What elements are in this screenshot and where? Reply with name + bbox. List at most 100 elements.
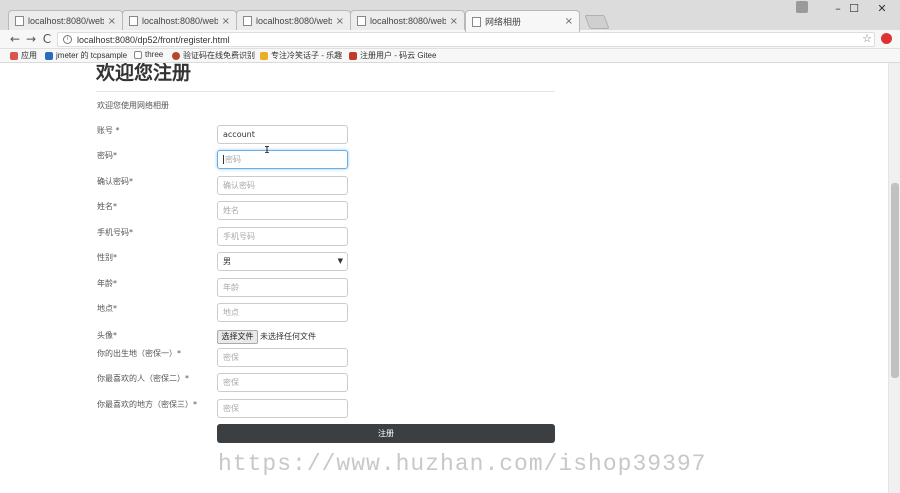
register-button[interactable]: 注册 (217, 424, 555, 443)
page-icon (243, 16, 252, 26)
phone-label: 手机号码* (97, 228, 133, 237)
page-title: 欢迎您注册 (96, 63, 192, 84)
security-q3-input[interactable]: 密保 (217, 399, 348, 418)
gender-selected: 男 (223, 257, 231, 266)
security-q2-label: 你最喜欢的人（密保二）* (97, 374, 189, 383)
browser-tab[interactable]: localhost:8080/webtoo × (350, 10, 465, 31)
back-button[interactable]: ← (8, 32, 22, 47)
form-row-avatar: 头像* 选择文件 未选择任何文件 (97, 330, 557, 350)
bookmarks-bar: 应用 jmeter 的 tcpsample three 验证码在线免费识别 专注… (0, 49, 900, 63)
bookmark-label: 验证码在线免费识别 (183, 51, 255, 60)
page-icon (472, 16, 481, 27)
confirm-password-input[interactable]: 确认密码 (217, 176, 348, 195)
scrollbar-thumb[interactable] (891, 183, 899, 378)
bookmark-item[interactable]: jmeter 的 tcpsample (45, 50, 127, 61)
form-row-address: 地点* 地点 (97, 303, 557, 323)
page-icon (134, 50, 142, 59)
confirm-password-label: 确认密码* (97, 177, 133, 186)
form-row-confirm: 确认密码* 确认密码 (97, 176, 557, 196)
tab-label: localhost:8080/webtoo (256, 16, 332, 26)
tab-strip: localhost:8080/webtoo × localhost:8080/w… (0, 0, 900, 32)
close-icon[interactable]: × (108, 16, 116, 27)
security-q1-input[interactable]: 密保 (217, 348, 348, 367)
url-text: localhost:8080/dp52/front/register.html (77, 34, 230, 45)
bookmark-apps[interactable]: 应用 (10, 50, 37, 61)
browser-tab[interactable]: localhost:8080/webtoo × (122, 10, 237, 31)
page-icon (15, 16, 24, 26)
maximize-button[interactable]: ☐ (840, 2, 868, 15)
age-input[interactable]: 年龄 (217, 278, 348, 297)
account-input[interactable]: account (217, 125, 348, 144)
password-label: 密码* (97, 151, 117, 160)
form-row-gender: 性别* 男 ▼ (97, 252, 557, 272)
tab-label: localhost:8080/webtoo (28, 16, 104, 26)
close-icon[interactable]: × (450, 16, 458, 27)
avatar-label: 头像* (97, 331, 117, 340)
vertical-scrollbar[interactable] (888, 63, 900, 493)
bookmark-item[interactable]: 专注冷笑话子 - 乐趣 (260, 50, 342, 61)
page-subtitle: 欢迎您使用网络相册 (97, 101, 169, 110)
bookmark-label: jmeter 的 tcpsample (56, 51, 128, 60)
divider (96, 91, 555, 92)
security-q2-input[interactable]: 密保 (217, 373, 348, 392)
address-bar[interactable]: i localhost:8080/dp52/front/register.htm… (57, 32, 875, 47)
bookmark-item[interactable]: 验证码在线免费识别 (172, 50, 255, 61)
password-placeholder: 密码 (225, 155, 241, 164)
phone-input[interactable]: 手机号码 (217, 227, 348, 246)
bookmark-star-icon[interactable]: ☆ (862, 32, 872, 45)
browser-tab[interactable]: localhost:8080/webtoo × (8, 10, 123, 31)
tab-label: 网络相册 (485, 17, 522, 27)
account-label: 账号 * (97, 126, 120, 135)
close-icon[interactable]: × (565, 16, 573, 27)
browser-window: localhost:8080/webtoo × localhost:8080/w… (0, 0, 900, 493)
choose-file-button[interactable]: 选择文件 (217, 330, 258, 344)
bookmark-label: 注册用户 - 码云 Gitee (360, 51, 437, 60)
profile-icon[interactable] (796, 1, 808, 13)
forward-button[interactable]: → (24, 32, 38, 47)
tab-label: localhost:8080/webtoo (142, 16, 218, 26)
chevron-down-icon: ▼ (337, 257, 343, 265)
age-label: 年龄* (97, 279, 117, 288)
reload-button[interactable]: C (40, 32, 54, 47)
watermark: https://www.huzhan.com/ishop39397 (218, 451, 707, 477)
security-q1-label: 你的出生地（密保一）* (97, 349, 181, 358)
apps-icon (10, 51, 18, 60)
password-input[interactable]: 密码 (217, 150, 348, 169)
security-q3-label: 你最喜欢的地方（密保三）* (97, 400, 197, 409)
close-icon[interactable]: × (222, 16, 230, 27)
bookmark-item[interactable]: three (134, 50, 163, 59)
address-label: 地点* (97, 304, 117, 313)
form-row-age: 年龄* 年龄 (97, 278, 557, 298)
bookmark-item[interactable]: 注册用户 - 码云 Gitee (349, 50, 436, 61)
address-input[interactable]: 地点 (217, 303, 348, 322)
bookmark-label: 应用 (21, 51, 37, 60)
form-row-account: 账号 * account (97, 125, 557, 145)
extension-icon[interactable] (881, 33, 892, 44)
close-window-button[interactable]: ✕ (868, 2, 896, 15)
name-input[interactable]: 姓名 (217, 201, 348, 220)
close-icon[interactable]: × (336, 16, 344, 27)
tab-label: localhost:8080/webtoo (370, 16, 446, 26)
info-icon[interactable]: i (63, 35, 72, 44)
site-icon (172, 51, 180, 60)
text-caret (223, 155, 224, 164)
file-status: 未选择任何文件 (260, 332, 316, 341)
browser-tab-active[interactable]: 网络相册 × (465, 10, 580, 32)
browser-tab[interactable]: localhost:8080/webtoo × (236, 10, 351, 31)
shield-icon (45, 51, 53, 60)
gender-select[interactable]: 男 ▼ (217, 252, 348, 271)
new-tab-button[interactable] (584, 15, 610, 29)
site-icon (260, 51, 268, 60)
browser-toolbar: ← → C i localhost:8080/dp52/front/regist… (0, 30, 900, 49)
bookmark-label: three (145, 50, 164, 59)
page-viewport: 欢迎您注册 欢迎您使用网络相册 账号 * account 密码* 密码 确认密码… (0, 63, 888, 493)
text-cursor-icon: I (264, 145, 271, 156)
gitee-icon (349, 51, 357, 60)
page-icon (129, 16, 138, 26)
form-row-name: 姓名* 姓名 (97, 201, 557, 221)
page-icon (357, 16, 366, 26)
name-label: 姓名* (97, 202, 117, 211)
form-row-security-q3: 你最喜欢的地方（密保三）* 密保 (97, 399, 557, 419)
form-row-security-q1: 你的出生地（密保一）* 密保 (97, 348, 557, 368)
form-row-password: 密码* 密码 (97, 150, 557, 170)
